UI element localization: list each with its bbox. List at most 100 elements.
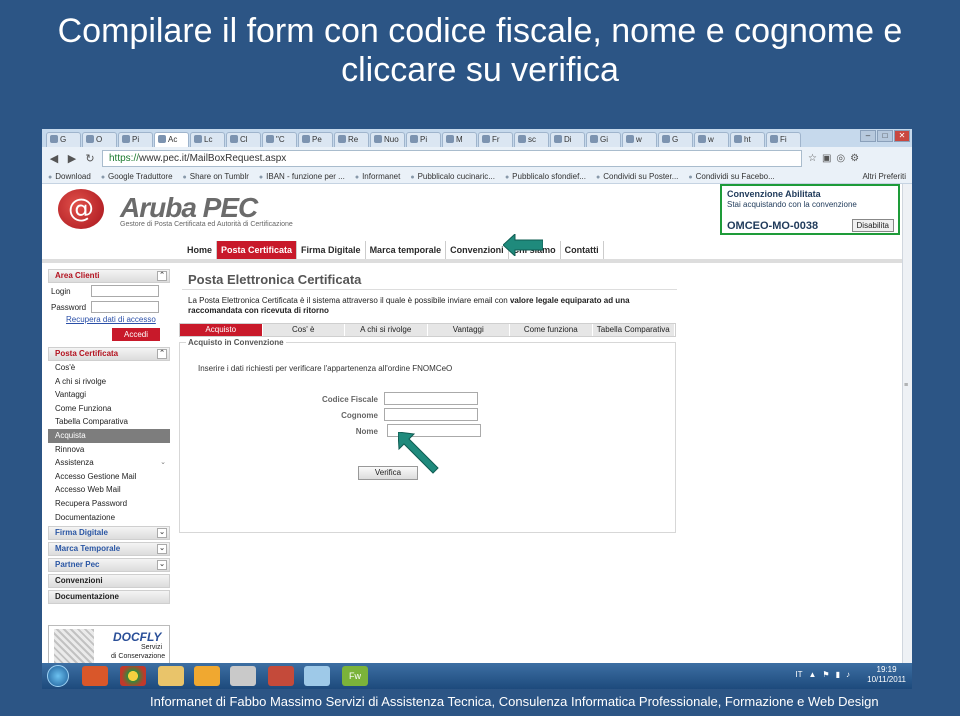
codice-fiscale-input[interactable] bbox=[384, 392, 478, 405]
tab-a-chi-si-rivolge[interactable]: A chi si rivolge bbox=[345, 324, 428, 336]
sidebar-item[interactable]: Cos'è bbox=[48, 361, 170, 375]
sidebar-marca-temporale[interactable]: Marca Temporale ⌄ bbox=[48, 542, 170, 557]
login-input[interactable] bbox=[91, 285, 159, 297]
fireworks-icon[interactable]: Fw bbox=[342, 666, 368, 686]
bookmark-item[interactable]: Informanet bbox=[355, 172, 400, 181]
nav-home[interactable]: Home bbox=[183, 241, 218, 259]
sidebar-partner-pec[interactable]: Partner Pec ⌄ bbox=[48, 558, 170, 573]
vertical-scrollbar[interactable]: ≡ bbox=[902, 184, 912, 663]
browser-tab[interactable]: Nuo bbox=[370, 132, 405, 147]
forward-icon[interactable]: ▶ bbox=[66, 152, 78, 165]
sidebar-item[interactable]: Recupera Password bbox=[48, 497, 170, 511]
url-input[interactable]: https://www.pec.it/MailBoxRequest.aspx bbox=[102, 149, 802, 167]
sidebar-item[interactable]: Rinnova bbox=[48, 443, 170, 457]
browser-tab[interactable]: Cl bbox=[226, 132, 261, 147]
sidebar-item[interactable]: Acquista bbox=[48, 428, 170, 443]
bookmark-item[interactable]: IBAN - funzione per ... bbox=[259, 172, 345, 181]
tray-up-icon[interactable]: ▲ bbox=[809, 670, 817, 679]
printer-icon[interactable] bbox=[230, 666, 256, 686]
minimize-icon[interactable]: – bbox=[860, 130, 876, 142]
bookmark-item[interactable]: Pubblicalo sfondief... bbox=[505, 172, 586, 181]
clock[interactable]: 19:19 10/11/2011 bbox=[867, 665, 906, 685]
reload-icon[interactable]: ↻ bbox=[84, 152, 96, 165]
folder-icon[interactable] bbox=[158, 666, 184, 686]
browser-tab[interactable]: Gi bbox=[586, 132, 621, 147]
start-button[interactable] bbox=[47, 665, 69, 687]
language-indicator[interactable]: IT bbox=[795, 670, 802, 679]
docfly-banner[interactable]: DOCFLY Servizi di Conservazione bbox=[48, 625, 170, 663]
sidebar-item[interactable]: Accesso Web Mail bbox=[48, 483, 170, 497]
flag-icon[interactable]: ⚑ bbox=[822, 670, 829, 679]
sidebar-documentazione[interactable]: Documentazione bbox=[48, 590, 170, 605]
sidebar-item[interactable]: Come Funziona bbox=[48, 402, 170, 416]
sidebar-item[interactable]: Tabella Comparativa bbox=[48, 415, 170, 429]
browser-tab[interactable]: w bbox=[622, 132, 657, 147]
volume-icon[interactable]: ♪ bbox=[846, 670, 850, 679]
nav-convenzioni[interactable]: Convenzioni bbox=[446, 241, 509, 259]
app-icon[interactable] bbox=[304, 666, 330, 686]
browser-tab[interactable]: G bbox=[46, 132, 81, 147]
tab-come-funziona[interactable]: Come funziona bbox=[510, 324, 593, 336]
recover-access-link[interactable]: Recupera dati di accesso bbox=[48, 315, 170, 328]
browser-tab[interactable]: G bbox=[658, 132, 693, 147]
sidebar-firma-digitale[interactable]: Firma Digitale ⌄ bbox=[48, 526, 170, 541]
chrome-icon[interactable] bbox=[120, 666, 146, 686]
cognome-input[interactable] bbox=[384, 408, 478, 421]
scroll-thumb[interactable]: ≡ bbox=[904, 382, 911, 392]
browser-tab[interactable]: Ac bbox=[154, 132, 189, 147]
star-icon[interactable]: ☆ bbox=[808, 153, 817, 164]
back-icon[interactable]: ◀ bbox=[48, 152, 60, 165]
sidebar-area-clienti[interactable]: Area Clienti ⌃ bbox=[48, 269, 170, 283]
disable-convention-button[interactable]: Disabilita bbox=[851, 219, 894, 232]
media-player-icon[interactable] bbox=[82, 666, 108, 686]
sidebar-posta-certificata[interactable]: Posta Certificata ⌃ bbox=[48, 347, 170, 361]
maximize-icon[interactable]: □ bbox=[877, 130, 893, 142]
browser-tab[interactable]: Re bbox=[334, 132, 369, 147]
browser-tab[interactable]: w bbox=[694, 132, 729, 147]
bookmark-item[interactable]: Condividi su Poster... bbox=[596, 172, 678, 181]
chevron-down-icon[interactable]: ⌄ bbox=[157, 544, 167, 555]
network-icon[interactable]: ▮ bbox=[836, 670, 840, 679]
outlook-icon[interactable] bbox=[194, 666, 220, 686]
browser-tab[interactable]: Pi bbox=[406, 132, 441, 147]
nav-firma-digitale[interactable]: Firma Digitale bbox=[297, 241, 366, 259]
bookmark-item[interactable]: Pubblicalo cucinaric... bbox=[410, 172, 495, 181]
browser-tab[interactable]: Fr bbox=[478, 132, 513, 147]
close-icon[interactable]: ✕ bbox=[894, 130, 910, 142]
other-bookmarks[interactable]: Altri Preferiti bbox=[862, 172, 912, 181]
chevron-down-icon[interactable]: ⌄ bbox=[157, 528, 167, 539]
powerpoint-icon[interactable] bbox=[268, 666, 294, 686]
sidebar-item[interactable]: Documentazione bbox=[48, 511, 170, 525]
browser-tab[interactable]: M bbox=[442, 132, 477, 147]
browser-tab[interactable]: sc bbox=[514, 132, 549, 147]
browser-tab[interactable]: Fi bbox=[766, 132, 801, 147]
chevron-down-icon[interactable]: ⌄ bbox=[160, 456, 166, 470]
bookmark-item[interactable]: Download bbox=[48, 172, 91, 181]
tab-vantaggi[interactable]: Vantaggi bbox=[428, 324, 510, 336]
bookmark-item[interactable]: Google Traduttore bbox=[101, 172, 172, 181]
wrench-icon[interactable]: ⚙ bbox=[850, 153, 859, 164]
browser-tab[interactable]: Pe bbox=[298, 132, 333, 147]
login-button[interactable]: Accedi bbox=[112, 328, 160, 341]
bookmark-item[interactable]: Share on Tumblr bbox=[183, 172, 249, 181]
sidebar-item[interactable]: A chi si rivolge bbox=[48, 375, 170, 389]
bookmark-item[interactable]: Condividi su Facebo... bbox=[688, 172, 775, 181]
chevron-up-icon[interactable]: ⌃ bbox=[157, 271, 167, 281]
chevron-down-icon[interactable]: ⌄ bbox=[157, 560, 167, 571]
extension-icon[interactable]: ▣ bbox=[822, 153, 831, 164]
extension-icon[interactable]: ◎ bbox=[836, 153, 845, 164]
password-input[interactable] bbox=[91, 301, 159, 313]
chevron-up-icon[interactable]: ⌃ bbox=[157, 349, 167, 359]
browser-tab[interactable]: Di bbox=[550, 132, 585, 147]
browser-tab[interactable]: "C bbox=[262, 132, 297, 147]
browser-tab[interactable]: Pi bbox=[118, 132, 153, 147]
browser-tab[interactable]: O bbox=[82, 132, 117, 147]
tab-tabella-comparativa[interactable]: Tabella Comparativa bbox=[593, 324, 675, 336]
nav-marca-temporale[interactable]: Marca temporale bbox=[366, 241, 447, 259]
browser-tab[interactable]: ht bbox=[730, 132, 765, 147]
browser-tab[interactable]: Lc bbox=[190, 132, 225, 147]
sidebar-item[interactable]: Vantaggi bbox=[48, 388, 170, 402]
nav-contatti[interactable]: Contatti bbox=[561, 241, 604, 259]
sidebar-convenzioni[interactable]: Convenzioni bbox=[48, 574, 170, 589]
sidebar-item[interactable]: Assistenza ⌄ bbox=[48, 456, 170, 470]
